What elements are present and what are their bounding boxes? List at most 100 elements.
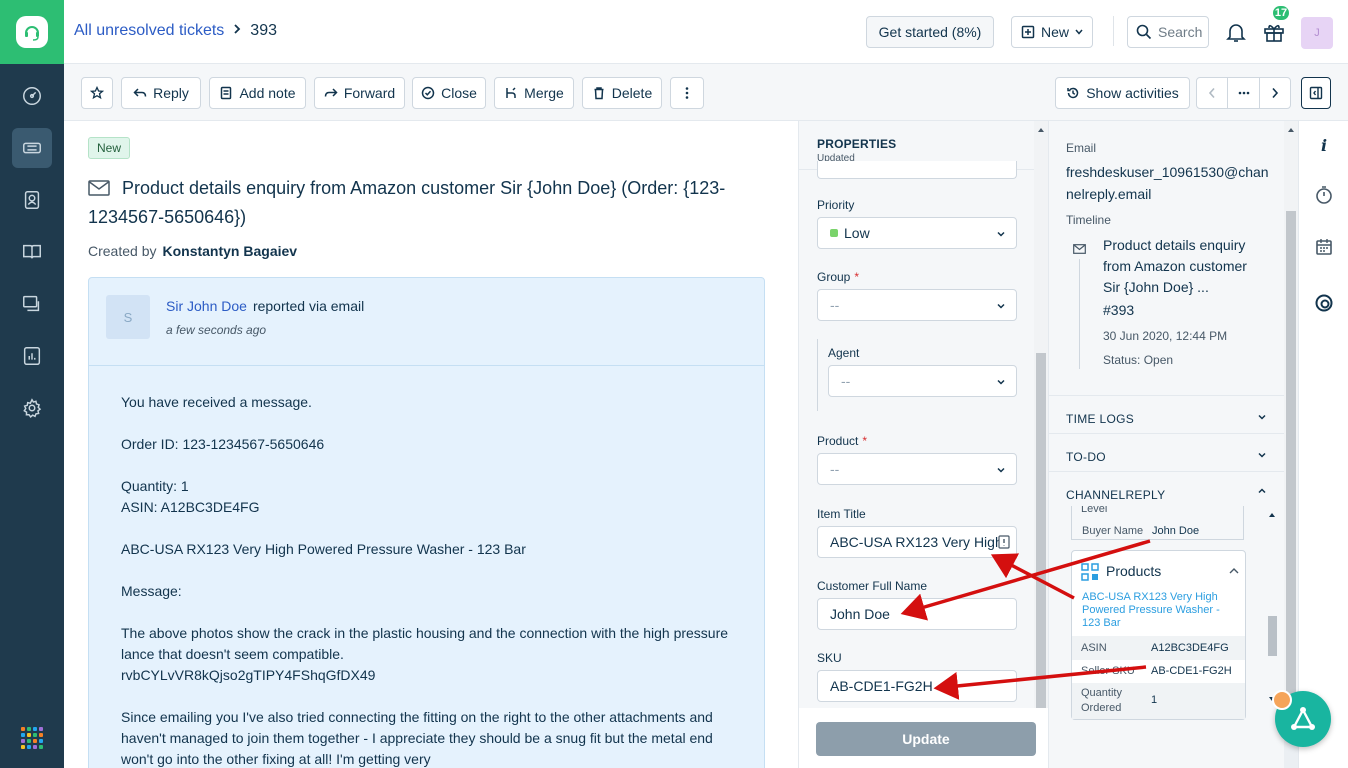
chevron-up-icon[interactable] [1229,567,1239,575]
update-button[interactable]: Update [816,722,1036,756]
contacts-icon[interactable] [12,180,52,220]
info-icon[interactable]: i [1314,135,1334,155]
add-note-button[interactable]: Add note [209,77,306,109]
created-by: Created by Konstantyn Bagaiev [88,243,297,259]
sku-label: SKU [817,651,842,665]
tickets-icon[interactable] [12,128,52,168]
buyer-name-value: John Doe [1152,525,1200,537]
dashboard-icon[interactable] [12,76,52,116]
properties-scrollbar[interactable] [1034,121,1048,708]
sidebar-scrollbar[interactable] [1284,121,1298,708]
timeline-ticket-title[interactable]: Product details enquiry from Amazon cust… [1103,235,1265,298]
channelreply-scroll-thumb[interactable] [1268,616,1277,656]
close-ticket-button[interactable]: Close [412,77,486,109]
seller-sku-label: Seller SKU [1081,665,1135,677]
agent-select[interactable]: -- [828,365,1017,397]
product-link[interactable]: ABC-USA RX123 Very High Powered Pressure… [1082,591,1232,630]
product-value: -- [830,461,840,477]
sender-name-link[interactable]: Sir John Doe [166,298,247,314]
item-title-input[interactable]: ABC-USA RX123 Very High [817,526,1017,558]
gift-icon[interactable] [1262,20,1286,44]
fab-notification-dot [1272,690,1292,710]
priority-label: Priority [817,198,855,212]
customer-name-input[interactable]: John Doe [817,598,1017,630]
merge-button[interactable]: Merge [494,77,574,109]
trash-icon [594,87,604,100]
next-ticket-button[interactable] [1259,77,1291,109]
todo-section[interactable]: TO-DO [1066,450,1106,464]
chevron-up-icon[interactable] [1256,485,1268,497]
search-input[interactable]: Search [1127,16,1209,48]
user-avatar[interactable]: J [1301,17,1333,49]
show-activities-label: Show activities [1086,85,1179,101]
add-note-label: Add note [239,85,296,101]
previous-ticket-button[interactable] [1196,77,1228,109]
channelreply-scrollbar[interactable] [1267,506,1277,706]
star-button[interactable] [81,77,113,109]
priority-select[interactable]: Low [817,217,1017,249]
quantity-value: 1 [1151,694,1158,706]
delete-button[interactable]: Delete [582,77,662,109]
priority-value: Low [844,225,870,241]
envelope-icon [88,177,110,204]
message-time: a few seconds ago [166,323,267,337]
sku-input[interactable]: AB-CDE1-FG2H [817,670,1017,702]
message-card: S Sir John Doe reported via email a few s… [88,277,765,768]
chevron-down-icon[interactable] [1256,449,1268,461]
merge-icon [506,87,516,98]
panel-collapse-icon [1309,86,1323,100]
message-paragraph: Since emailing you I've also tried conne… [121,709,713,767]
history-icon [1067,87,1079,99]
section-divider [1049,395,1284,396]
more-actions-button[interactable] [670,77,704,109]
header-divider [1113,16,1114,46]
freshdesk-logo[interactable] [0,0,64,64]
created-by-label: Created by [88,243,157,259]
toggle-sidebar-button[interactable] [1301,77,1331,109]
item-title-value: ABC-USA RX123 Very High [830,534,1003,550]
product-label-text: Product [817,434,859,448]
scroll-up-icon [1288,128,1294,132]
chevron-down-icon [997,303,1005,309]
message-header: S Sir John Doe reported via email a few s… [89,278,764,366]
merge-label: Merge [524,85,564,101]
message-paragraph: The above photos show the crack in the p… [121,623,741,686]
apps-grid-icon[interactable] [21,727,43,749]
timer-icon[interactable] [1314,185,1334,205]
reply-button[interactable]: Reply [121,77,201,109]
breadcrumb-ticket-id: 393 [250,22,277,39]
properties-scroll-thumb[interactable] [1036,353,1046,708]
chevron-down-icon [997,467,1005,473]
envelope-icon [1073,241,1086,259]
knowledge-base-icon[interactable] [12,232,52,272]
time-logs-section[interactable]: TIME LOGS [1066,412,1134,426]
channelreply-section[interactable]: CHANNELREPLY [1066,488,1165,502]
properties-heading: PROPERTIES [817,137,897,151]
forward-button[interactable]: Forward [314,77,405,109]
product-select[interactable]: -- [817,453,1017,485]
channelreply-app-icon[interactable] [1314,293,1334,313]
ticket-title: Product details enquiry from Amazon cust… [88,175,748,231]
forward-label: Forward [343,85,396,101]
chevron-down-icon[interactable] [1256,411,1268,423]
reports-icon[interactable] [12,336,52,376]
new-dropdown-button[interactable]: New [1011,16,1093,48]
get-started-button[interactable]: Get started (8%) [866,16,994,48]
forums-icon[interactable] [12,284,52,324]
group-select[interactable]: -- [817,289,1017,321]
calendar-icon[interactable] [1314,237,1334,257]
agent-value: -- [841,373,851,389]
sku-value: AB-CDE1-FG2H [830,678,933,694]
notifications-bell-icon[interactable] [1224,20,1248,44]
status-badge: New [88,137,131,159]
sidebar-scroll-thumb[interactable] [1286,211,1296,708]
timeline-ticket-id: #393 [1103,302,1135,318]
show-activities-button[interactable]: Show activities [1055,77,1190,109]
breadcrumb-unresolved-link[interactable]: All unresolved tickets [74,22,224,40]
settings-gear-icon[interactable] [12,388,52,428]
required-mark: * [862,434,868,448]
section-divider [1049,433,1284,434]
message-body: You have received a message. Order ID: 1… [121,392,741,768]
ticket-list-button[interactable] [1227,77,1260,109]
type-select[interactable] [817,161,1017,179]
